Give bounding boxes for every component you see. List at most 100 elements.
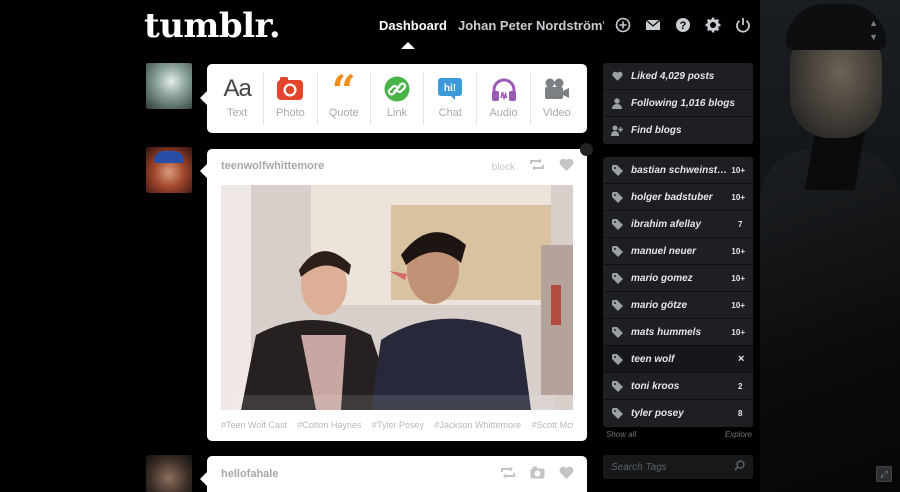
tracked-tag-active[interactable]: teen wolf × xyxy=(603,346,753,373)
tumblr-logo[interactable]: tumblr. xyxy=(144,6,281,46)
add-user-icon xyxy=(611,125,623,137)
post2-author-name[interactable]: hellofahale xyxy=(221,468,278,480)
post-type-label: Chat xyxy=(438,107,462,119)
tag-icon xyxy=(611,191,623,203)
inbox-icon[interactable] xyxy=(644,16,661,33)
settings-icon[interactable] xyxy=(704,16,721,33)
search-tags-placeholder: Search Tags xyxy=(611,461,667,473)
logout-icon[interactable] xyxy=(734,16,751,33)
tracked-tag[interactable]: bastian schweinste... 10+ xyxy=(603,157,753,184)
tag-count: 10+ xyxy=(731,246,745,256)
post-type-label: Video xyxy=(542,107,571,119)
post-tag[interactable]: #Colton Haynes xyxy=(297,420,361,430)
tag-count: 10+ xyxy=(731,327,745,337)
search-icon[interactable] xyxy=(734,460,745,474)
text-icon: Aa xyxy=(223,75,251,102)
post-tags: #Teen Wolf Cast #Colton Haynes #Tyler Po… xyxy=(221,420,573,430)
post-pointer xyxy=(200,164,207,178)
scroll-up-icon[interactable]: ▲ xyxy=(869,18,878,28)
sidebar-item-following[interactable]: Following 1,016 blogs xyxy=(603,90,753,117)
scroll-down-icon[interactable]: ▼ xyxy=(869,32,878,42)
tracked-tag[interactable]: mario götze 10+ xyxy=(603,292,753,319)
post-author-avatar[interactable] xyxy=(146,147,192,193)
post-tag[interactable]: #Tyler Posey xyxy=(372,420,424,430)
reblog-icon[interactable] xyxy=(500,466,516,484)
new-post-icon[interactable] xyxy=(614,16,631,33)
like-heart-icon[interactable] xyxy=(559,466,574,484)
video-camera-icon xyxy=(543,72,571,106)
post-tag[interactable]: #Scott McCa xyxy=(532,420,573,430)
dashboard-post: teenwolfwhittemore block #Teen Wolf Cast… xyxy=(207,143,593,441)
link-icon xyxy=(384,72,410,106)
sidebar-tracked-tags: bastian schweinste... 10+ holger badstube… xyxy=(603,157,753,427)
background-photo xyxy=(760,0,900,492)
block-button[interactable]: block xyxy=(492,162,515,173)
post-type-video[interactable]: Video xyxy=(531,72,583,125)
background-scroll-controls[interactable]: ▲ ▼ xyxy=(869,18,878,42)
tracked-tag[interactable]: ibrahim afellay 7 xyxy=(603,211,753,238)
post-author-name[interactable]: teenwolfwhittemore xyxy=(221,160,324,172)
post-type-quote[interactable]: “ Quote xyxy=(318,66,371,125)
show-all-tags-link[interactable]: Show all xyxy=(606,430,636,439)
tag-label: mats hummels xyxy=(631,326,702,338)
post-type-photo[interactable]: Photo xyxy=(264,72,318,125)
camera-icon xyxy=(276,72,304,106)
header-icon-bar: ? xyxy=(614,16,751,33)
like-heart-icon[interactable] xyxy=(559,158,574,176)
reblog-icon[interactable] xyxy=(529,158,545,176)
background-toggle-icon[interactable]: ⤢ xyxy=(876,466,892,482)
tag-label: tyler posey xyxy=(631,408,684,419)
nav-blog-name[interactable]: Johan Peter Nordström's... xyxy=(458,18,604,33)
tag-count: 10+ xyxy=(731,300,745,310)
tag-label: mario gomez xyxy=(631,272,693,284)
nav-dashboard[interactable]: Dashboard xyxy=(379,18,447,33)
post2-controls xyxy=(500,466,574,484)
user-icon xyxy=(611,97,623,109)
chat-glyph: hi! xyxy=(444,83,456,94)
post-type-link[interactable]: Link xyxy=(371,72,425,125)
background-jacket xyxy=(760,150,900,492)
sidebar-item-likes[interactable]: Liked 4,029 posts xyxy=(603,63,753,90)
sidebar-item-find-blogs[interactable]: Find blogs xyxy=(603,117,753,144)
dashboard-post-2: hellofahale xyxy=(207,456,587,492)
post-type-audio[interactable]: Audio xyxy=(477,72,531,125)
untrack-tag-icon[interactable]: × xyxy=(738,353,744,365)
post-tag[interactable]: #Teen Wolf Cast xyxy=(221,420,287,430)
tag-label: manuel neuer xyxy=(631,245,697,257)
tag-icon xyxy=(611,164,623,176)
tag-count: 10+ xyxy=(731,192,745,202)
post-type-label: Photo xyxy=(276,107,305,119)
post-tag[interactable]: #Jackson Whittemore xyxy=(435,420,522,430)
post2-author-avatar[interactable] xyxy=(146,455,192,492)
post-type-text[interactable]: Aa Text xyxy=(211,72,265,125)
tag-icon xyxy=(611,299,623,311)
nav-active-caret-icon xyxy=(401,42,415,49)
post-type-chat[interactable]: hi! Chat xyxy=(424,72,478,125)
camera-icon[interactable] xyxy=(530,466,545,484)
explore-link[interactable]: Explore xyxy=(725,430,752,439)
tracked-tag[interactable]: manuel neuer 10+ xyxy=(603,238,753,265)
sidebar-item-label: Find blogs xyxy=(631,125,682,136)
post-dismiss-icon[interactable] xyxy=(580,143,593,156)
svg-text:?: ? xyxy=(679,20,686,32)
tag-count: 10+ xyxy=(731,165,745,175)
post-type-label: Quote xyxy=(328,107,359,119)
tag-label: toni kroos xyxy=(631,380,680,392)
tracked-tag[interactable]: toni kroos 2 xyxy=(603,373,753,400)
my-avatar[interactable] xyxy=(146,63,192,109)
quote-icon: “ xyxy=(331,66,356,115)
chat-icon: hi! xyxy=(437,72,463,106)
tag-label: holger badstuber xyxy=(631,191,713,203)
post-type-label: Link xyxy=(386,107,408,119)
tracked-tag[interactable]: mats hummels 10+ xyxy=(603,319,753,346)
tag-label: ibrahim afellay xyxy=(631,218,702,230)
tag-icon xyxy=(611,326,623,338)
post-photo[interactable] xyxy=(221,185,573,410)
headphones-icon xyxy=(490,72,518,106)
tracked-tag[interactable]: mario gomez 10+ xyxy=(603,265,753,292)
help-icon[interactable]: ? xyxy=(674,16,691,33)
tracked-tag[interactable]: holger badstuber 10+ xyxy=(603,184,753,211)
search-tags-input[interactable]: Search Tags xyxy=(603,455,753,479)
tags-footer: Show all Explore xyxy=(606,430,752,439)
tracked-tag[interactable]: tyler posey 8 xyxy=(603,400,753,427)
